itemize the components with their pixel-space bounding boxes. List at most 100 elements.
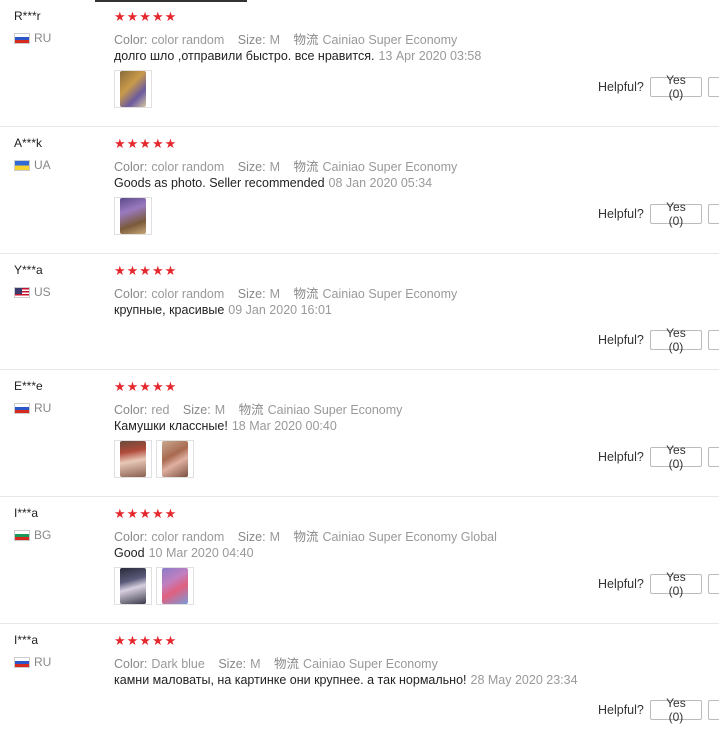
russia-flag-icon	[14, 656, 30, 668]
reviewer-name: R***r	[14, 9, 41, 23]
size-value: M	[269, 160, 280, 174]
reviewer-name: Y***a	[14, 263, 43, 277]
review-item: Y***a US ★★★★★ Color: color random Size: M…	[0, 254, 719, 370]
sku-info: Color: color random Size: M 物流 Cainiao Supe…	[114, 526, 507, 545]
reviewer-country: RU	[14, 401, 51, 415]
star-rating: ★★★★★	[114, 9, 178, 24]
helpful-yes-button[interactable]: Yes (0)	[649, 73, 703, 101]
country-code: RU	[34, 655, 52, 669]
color-label: Color:	[114, 657, 148, 671]
color-value: Dark blue	[151, 657, 205, 671]
review-date: 18 Mar 2020 00:40	[231, 419, 337, 433]
review-text: крупные, красивые	[114, 303, 225, 317]
review-text: камни маловаты, на картинке они крупнее.…	[114, 673, 467, 687]
size-label: Size:	[237, 160, 266, 174]
review-text: Good	[114, 546, 145, 560]
review-photos	[114, 70, 152, 108]
size-label: Size:	[218, 657, 247, 671]
helpful-no-button[interactable]	[708, 204, 719, 224]
color-value: color random	[151, 287, 225, 301]
helpful-vote: Helpful? Yes (0)	[598, 326, 719, 354]
review-date: 10 Mar 2020 04:40	[148, 546, 254, 560]
shipping-value: Cainiao Super Economy	[322, 33, 458, 47]
helpful-no-button[interactable]	[708, 447, 719, 467]
review-feedback: Камушки классные! 18 Mar 2020 00:40	[114, 419, 337, 433]
review-text: долго шло ,отправили быстро. все нравитс…	[114, 49, 375, 63]
star-rating: ★★★★★	[114, 633, 178, 648]
helpful-yes-button[interactable]: Yes (0)	[649, 570, 703, 598]
country-code: RU	[34, 401, 52, 415]
photo-image	[162, 568, 188, 604]
review-feedback: крупные, красивые 09 Jan 2020 16:01	[114, 303, 332, 317]
review-photos	[114, 567, 194, 605]
review-text: Камушки классные!	[114, 419, 228, 433]
size-label: Size:	[237, 530, 266, 544]
helpful-no-button[interactable]	[708, 77, 719, 97]
ukraine-flag-icon	[14, 159, 30, 171]
shipping-label: 物流	[238, 403, 264, 417]
country-code: UA	[34, 158, 51, 172]
review-photo-thumbnail[interactable]	[156, 440, 194, 478]
shipping-value: Cainiao Super Economy Global	[322, 530, 497, 544]
helpful-yes-button[interactable]: Yes (0)	[649, 443, 703, 471]
helpful-vote: Helpful? Yes (0)	[598, 443, 719, 471]
country-code: BG	[34, 528, 52, 542]
review-photo-thumbnail[interactable]	[114, 70, 152, 108]
shipping-label: 物流	[293, 530, 319, 544]
review-photos	[114, 197, 152, 235]
helpful-yes-button[interactable]: Yes (0)	[649, 696, 703, 724]
color-value: color random	[151, 33, 225, 47]
reviewer-name: I***a	[14, 506, 39, 520]
review-feedback: Good 10 Mar 2020 04:40	[114, 546, 254, 560]
review-item: R***r RU ★★★★★ Color: color random Size: M…	[0, 0, 719, 127]
color-label: Color:	[114, 287, 148, 301]
sku-info: Color: color random Size: M 物流 Cainiao Supe…	[114, 283, 467, 302]
review-photo-thumbnail[interactable]	[156, 567, 194, 605]
helpful-no-button[interactable]	[708, 574, 719, 594]
helpful-label: Helpful?	[598, 333, 644, 347]
star-rating: ★★★★★	[114, 263, 178, 278]
review-text: Goods as photo. Seller recommended	[114, 176, 325, 190]
usa-flag-icon	[14, 286, 30, 298]
review-feedback: Goods as photo. Seller recommended 08 Jan…	[114, 176, 432, 190]
shipping-value: Cainiao Super Economy	[303, 657, 438, 671]
helpful-label: Helpful?	[598, 207, 644, 221]
color-value: color random	[151, 160, 225, 174]
helpful-label: Helpful?	[598, 577, 644, 591]
color-value: red	[151, 403, 170, 417]
reviewer-name: E***e	[14, 379, 43, 393]
review-item: I***a BG ★★★★★ Color: color random Size: M…	[0, 497, 719, 624]
color-label: Color:	[114, 403, 148, 417]
size-value: M	[269, 33, 280, 47]
star-rating: ★★★★★	[114, 506, 178, 521]
reviewer-country: BG	[14, 528, 51, 542]
review-date: 09 Jan 2020 16:01	[228, 303, 332, 317]
color-label: Color:	[114, 530, 148, 544]
helpful-no-button[interactable]	[708, 700, 719, 720]
helpful-label: Helpful?	[598, 450, 644, 464]
reviewer-country: US	[14, 285, 51, 299]
helpful-label: Helpful?	[598, 703, 644, 717]
size-label: Size:	[237, 287, 266, 301]
helpful-no-button[interactable]	[708, 330, 719, 350]
review-date: 08 Jan 2020 05:34	[328, 176, 433, 190]
review-photo-thumbnail[interactable]	[114, 567, 152, 605]
review-photo-thumbnail[interactable]	[114, 440, 152, 478]
review-feedback: камни маловаты, на картинке они крупнее.…	[114, 673, 578, 687]
color-label: Color:	[114, 33, 148, 47]
review-photo-thumbnail[interactable]	[114, 197, 152, 235]
sku-info: Color: red Size: M 物流 Cainiao Super Economy	[114, 399, 412, 418]
review-item: A***k UA ★★★★★ Color: color random Size: M…	[0, 127, 719, 254]
review-item: I***a RU ★★★★★ Color: Dark blue Size: M 物流…	[0, 624, 719, 738]
sku-info: Color: color random Size: M 物流 Cainiao Supe…	[114, 29, 467, 48]
sku-info: Color: Dark blue Size: M 物流 Cainiao Super E…	[114, 653, 448, 672]
helpful-yes-button[interactable]: Yes (0)	[649, 200, 703, 228]
size-value: M	[214, 403, 226, 417]
helpful-label: Helpful?	[598, 80, 644, 94]
shipping-label: 物流	[274, 657, 300, 671]
review-date: 13 Apr 2020 03:58	[378, 49, 482, 63]
bulgaria-flag-icon	[14, 529, 30, 541]
reviewer-country: RU	[14, 655, 51, 669]
helpful-yes-button[interactable]: Yes (0)	[649, 326, 703, 354]
reviewer-country: UA	[14, 158, 51, 172]
